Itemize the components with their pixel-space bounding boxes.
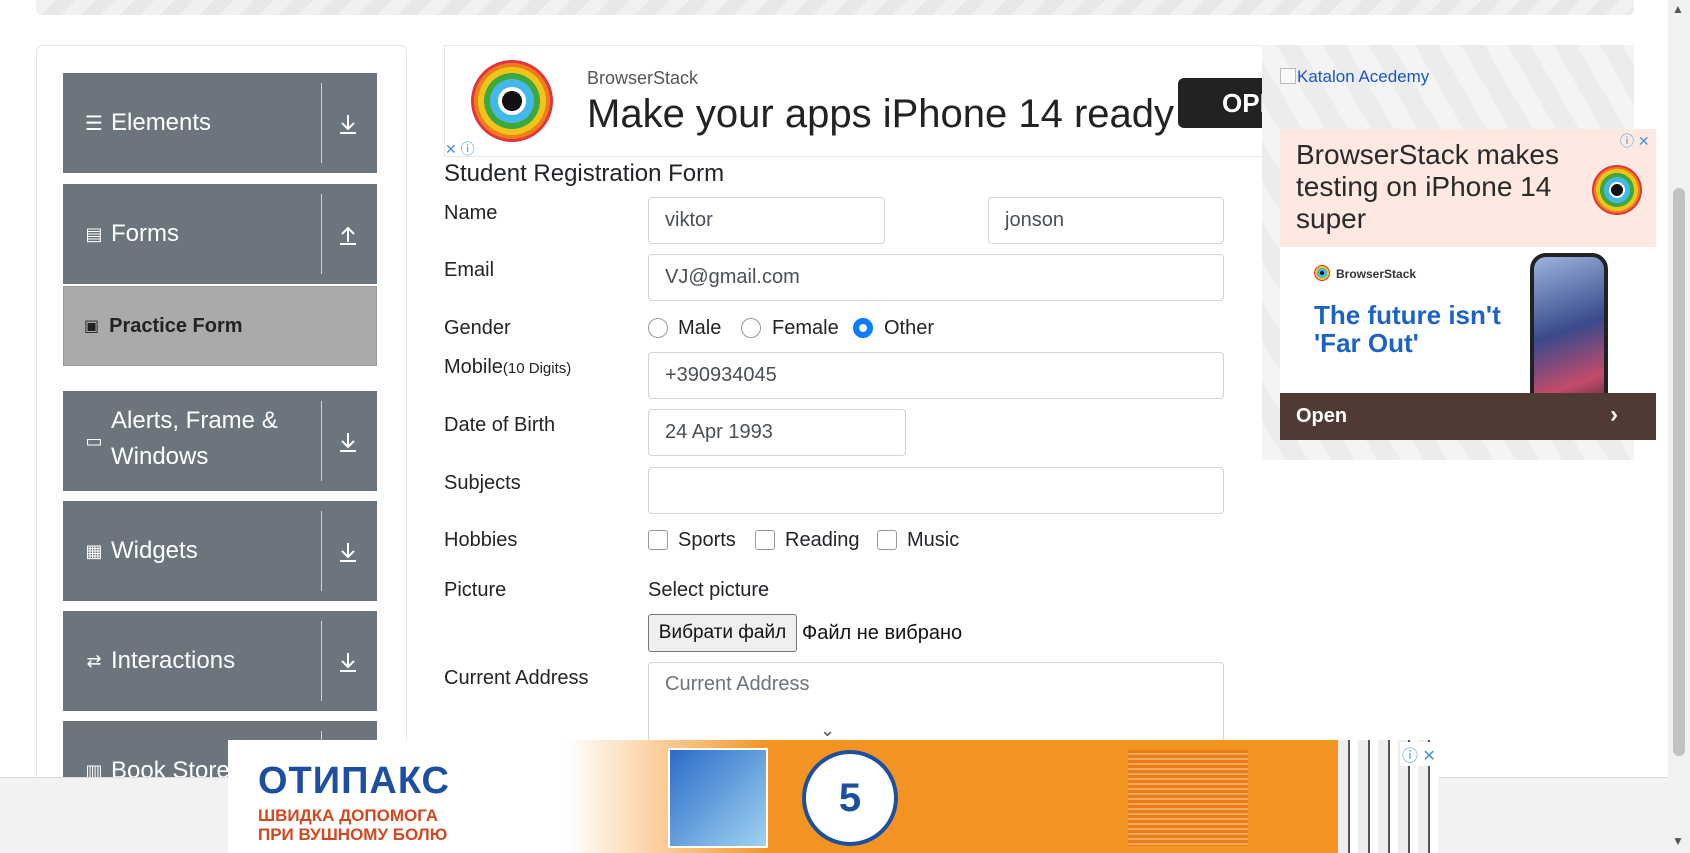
widgets-icon: ▦: [85, 540, 103, 561]
right-ad[interactable]: BrowserStack makes testing on iPhone 14 …: [1280, 129, 1656, 440]
first-name-input[interactable]: viktor: [648, 197, 885, 244]
picture-label: Picture: [444, 579, 507, 601]
group-label: Widgets: [111, 537, 198, 564]
subjects-input[interactable]: [648, 467, 1224, 514]
hobby-sports-checkbox[interactable]: [648, 530, 668, 550]
right-ad-panel: Katalon Acedemy BrowserStack makes testi…: [1262, 45, 1656, 460]
chevron-right-icon: ›: [1610, 401, 1618, 428]
gender-label: Gender: [444, 317, 511, 339]
sidebar: ☰ Elements ▤ Forms ▣ Practice Form ▭ Ale…: [36, 45, 407, 785]
scroll-up-icon[interactable]: ▲: [1672, 2, 1684, 16]
top-decorative-band: [36, 0, 1634, 15]
sidebar-group-alerts[interactable]: ▭ Alerts, Frame & Windows: [63, 391, 377, 491]
product-box-image: [668, 748, 768, 848]
select-picture-label: Select picture: [648, 579, 770, 601]
ad-open-button[interactable]: Open: [1296, 405, 1347, 428]
broken-image-icon: [1280, 68, 1296, 84]
mobile-label-text: Mobile: [444, 356, 503, 378]
ad-top-section: BrowserStack makes testing on iPhone 14 …: [1280, 129, 1656, 247]
ad-tagline: The future isn't 'Far Out': [1314, 300, 1501, 358]
upload-arrow-icon[interactable]: [333, 220, 363, 250]
sidebar-group-interactions[interactable]: ⇄ Interactions: [63, 611, 377, 711]
ad-open-button[interactable]: OPEN: [1178, 78, 1263, 128]
current-address-label: Current Address: [444, 667, 589, 689]
list-icon: ☰: [85, 112, 103, 135]
gender-female-label[interactable]: Female: [772, 317, 839, 340]
gender-female-radio[interactable]: [741, 318, 761, 338]
file-status-text: Файл не вибрано: [802, 622, 963, 644]
download-arrow-icon[interactable]: [333, 109, 363, 139]
email-input[interactable]: VJ@gmail.com: [648, 254, 1224, 301]
ad-close-icon[interactable]: ⓘ ✕: [1400, 742, 1438, 766]
gender-male-radio[interactable]: [648, 318, 668, 338]
scroll-thumb[interactable]: [1673, 188, 1685, 756]
chevron-down-icon[interactable]: ⌄: [820, 720, 835, 741]
page-scrollbar[interactable]: ▲ ▼: [1668, 0, 1690, 853]
download-arrow-icon[interactable]: [333, 647, 363, 677]
divider: [321, 511, 322, 591]
browserstack-logo-icon: [1592, 165, 1642, 215]
mobile-label: Mobile(10 Digits): [444, 356, 571, 379]
html5-icon: ▣: [84, 318, 100, 335]
ad-close-icon[interactable]: ✕ ⓘ: [445, 140, 479, 156]
download-arrow-icon[interactable]: [333, 537, 363, 567]
hobby-music-label[interactable]: Music: [907, 529, 959, 552]
group-label: Elements: [111, 109, 212, 136]
hobby-reading-label[interactable]: Reading: [785, 529, 860, 552]
group-label: Forms: [111, 220, 179, 247]
scroll-down-icon[interactable]: ▼: [1672, 834, 1684, 848]
hobby-reading-checkbox[interactable]: [755, 530, 775, 550]
browserstack-logo-icon: [471, 60, 553, 142]
gender-male-label[interactable]: Male: [678, 317, 721, 340]
bottom-banner-ad[interactable]: ОТИПАКС ШВИДКА ДОПОМОГА ПРИ ВУШНОМУ БОЛЮ…: [228, 740, 1438, 853]
sidebar-group-elements[interactable]: ☰ Elements: [63, 73, 377, 173]
hobbies-label: Hobbies: [444, 529, 518, 551]
subjects-label: Subjects: [444, 472, 521, 494]
ad-brand: ОТИПАКС: [258, 760, 450, 802]
ad-headline: Make your apps iPhone 14 ready: [587, 92, 1175, 136]
date-of-birth-input[interactable]: 24 Apr 1993: [648, 409, 906, 456]
current-address-textarea[interactable]: Current Address: [648, 662, 1224, 742]
mobile-hint: (10 Digits): [502, 360, 572, 377]
download-arrow-icon[interactable]: [333, 427, 363, 457]
window-icon: ▭: [85, 430, 103, 451]
mobile-input[interactable]: +390934045: [648, 352, 1224, 399]
gender-other-label[interactable]: Other: [884, 317, 934, 340]
browserstack-logo-icon: [1314, 265, 1330, 281]
name-label: Name: [444, 202, 498, 224]
fine-print-image: [1128, 750, 1248, 846]
group-label: Interactions: [111, 647, 236, 674]
image-alt-text: Katalon Acedemy: [1297, 67, 1430, 86]
sidebar-item-label: Practice Form: [109, 314, 243, 337]
page-title: Student Registration Form: [444, 160, 725, 187]
email-label: Email: [444, 259, 495, 281]
divider: [321, 194, 322, 274]
sidebar-group-forms[interactable]: ▤ Forms: [63, 184, 377, 284]
interactions-icon: ⇄: [86, 650, 102, 671]
document-icon: ▤: [85, 223, 103, 244]
divider: [321, 621, 322, 701]
top-banner-ad[interactable]: BrowserStack Make your apps iPhone 14 re…: [444, 45, 1264, 157]
ad-headline: BrowserStack makes testing on iPhone 14 …: [1296, 139, 1559, 234]
divider: [321, 83, 322, 163]
ad-brand: BrowserStack: [1314, 265, 1416, 281]
clock-badge: 5: [802, 750, 898, 846]
last-name-input[interactable]: jonson: [988, 197, 1224, 244]
dob-label: Date of Birth: [444, 414, 556, 436]
group-label: Alerts, Frame & Windows: [111, 407, 278, 470]
sidebar-group-widgets[interactable]: ▦ Widgets: [63, 501, 377, 601]
ad-brand: BrowserStack: [587, 68, 699, 88]
sidebar-item-practice-form[interactable]: ▣ Practice Form: [63, 286, 377, 366]
choose-file-button[interactable]: Вибрати файл: [648, 614, 797, 652]
ad-tagline: ШВИДКА ДОПОМОГА ПРИ ВУШНОМУ БОЛЮ: [258, 806, 448, 844]
ad-close-icon[interactable]: ⓘ ✕: [1620, 131, 1650, 151]
hobby-sports-label[interactable]: Sports: [678, 529, 736, 552]
divider: [321, 401, 322, 481]
broken-image-link[interactable]: Katalon Acedemy: [1280, 67, 1429, 87]
ad-cta-bar[interactable]: Open ›: [1280, 393, 1656, 440]
gender-other-radio[interactable]: [853, 318, 873, 338]
hobby-music-checkbox[interactable]: [877, 530, 897, 550]
brand-text: BrowserStack: [1336, 267, 1417, 281]
